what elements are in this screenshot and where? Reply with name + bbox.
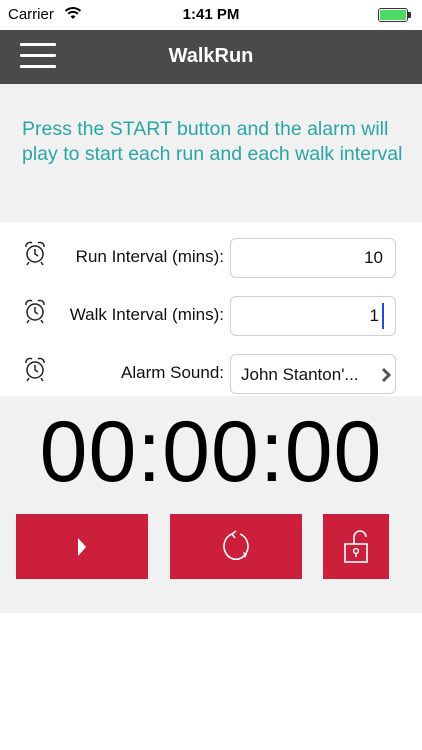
walk-interval-row: Walk Interval (mins):	[0, 296, 422, 336]
chevron-right-icon	[381, 367, 392, 383]
alarm-clock-icon	[25, 299, 45, 324]
nav-title: WalkRun	[168, 45, 254, 67]
run-interval-row: Run Interval (mins):	[0, 238, 422, 278]
status-time: 1:41 PM	[182, 6, 240, 23]
alarm-sound-value: John Stanton'...	[241, 365, 359, 384]
instructions-section: Press the START button and the alarm wil…	[0, 84, 422, 222]
walk-interval-input[interactable]	[230, 296, 396, 336]
reset-button[interactable]	[170, 514, 302, 579]
settings-section: Run Interval (mins): Walk Interval (mins…	[0, 222, 422, 396]
empty-area	[0, 613, 422, 750]
alarm-clock-icon	[25, 357, 45, 382]
hamburger-menu-icon[interactable]	[20, 43, 56, 69]
alarm-sound-row: Alarm Sound: John Stanton'...	[0, 354, 422, 394]
run-interval-label: Run Interval (mins):	[75, 247, 224, 266]
alarm-sound-select[interactable]: John Stanton'...	[230, 354, 396, 394]
unlock-icon	[344, 529, 368, 563]
text-cursor	[382, 303, 384, 329]
battery-icon	[378, 8, 411, 22]
run-interval-input[interactable]	[230, 238, 396, 278]
reset-icon	[223, 529, 249, 560]
alarm-clock-icon	[25, 241, 45, 266]
status-bar: Carrier 1:41 PM	[0, 0, 422, 30]
alarm-sound-label: Alarm Sound:	[121, 363, 224, 382]
play-button[interactable]	[16, 514, 148, 579]
timer-display: 00:00:00	[39, 404, 383, 500]
nav-bar: WalkRun	[0, 30, 422, 84]
play-icon	[78, 537, 86, 556]
walk-interval-label: Walk Interval (mins):	[69, 305, 224, 324]
timer-section: 00:00:00	[0, 396, 422, 613]
lock-button[interactable]	[323, 514, 389, 579]
instructions-text: Press the START button and the alarm wil…	[22, 118, 403, 165]
